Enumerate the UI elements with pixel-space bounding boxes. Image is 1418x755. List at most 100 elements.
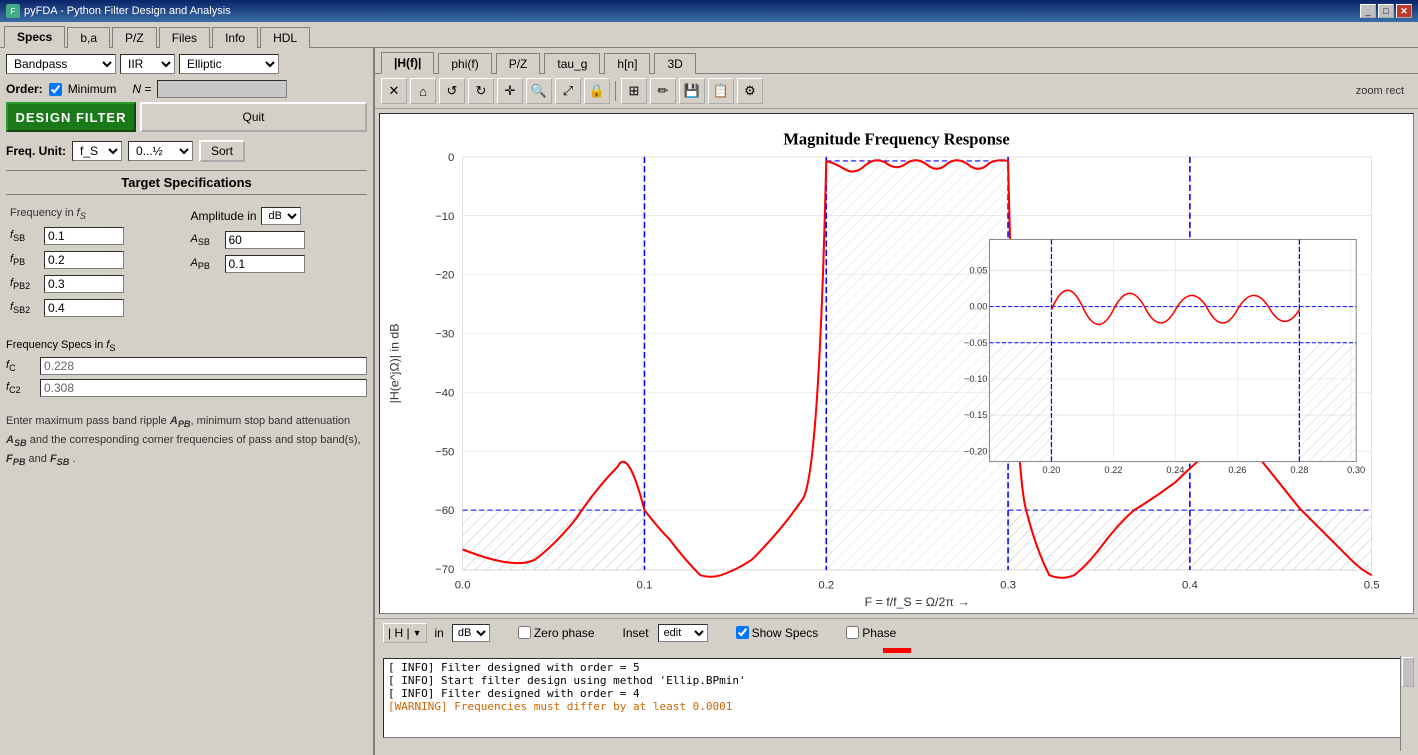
- show-specs-checkbox[interactable]: [736, 626, 749, 639]
- zero-phase-checkbox[interactable]: [518, 626, 531, 639]
- svg-text:−20: −20: [435, 270, 454, 282]
- freq-range-select[interactable]: 0...½ 0...1 -½...½: [128, 141, 193, 161]
- plot-controls-bar: | H | ▼ in dB V W Zero phase Inset edit: [375, 618, 1418, 647]
- svg-text:0.3: 0.3: [1000, 580, 1016, 592]
- tab-pz[interactable]: P/Z: [112, 27, 157, 48]
- asb-label: ASB: [191, 233, 221, 247]
- fpb-input[interactable]: [44, 251, 124, 269]
- fsb2-label: fSB2: [10, 301, 40, 315]
- action-buttons-row: DESIGN FILTER Quit: [6, 102, 367, 132]
- tool-grid-button[interactable]: ⊞: [621, 78, 647, 104]
- tab-ba[interactable]: b,a: [67, 27, 110, 48]
- tab-files[interactable]: Files: [159, 27, 210, 48]
- svg-text:0.30: 0.30: [1347, 465, 1365, 475]
- design-filter-button[interactable]: DESIGN FILTER: [6, 102, 136, 132]
- tool-zoom-out-button[interactable]: ⤢: [555, 78, 581, 104]
- plot-tab-phi[interactable]: phi(f): [438, 53, 491, 74]
- fsb-input[interactable]: [44, 227, 124, 245]
- h-selector[interactable]: | H | ▼: [383, 623, 427, 643]
- plot-tab-3d[interactable]: 3D: [654, 53, 695, 74]
- sort-button[interactable]: Sort: [199, 140, 245, 162]
- svg-text:−0.05: −0.05: [964, 338, 987, 348]
- asb-input[interactable]: [225, 231, 305, 249]
- fpb-label: fPB: [10, 253, 40, 267]
- svg-text:0.22: 0.22: [1104, 465, 1122, 475]
- plot-toolbar: ✕ ⌂ ↺ ↻ ✛ 🔍 ⤢ 🔒 ⊞ ✏ 💾 📋 ⚙ zoom rect: [375, 74, 1418, 109]
- inset-select[interactable]: edit none show: [658, 624, 708, 642]
- fpb-row: fPB: [10, 251, 183, 269]
- plot-tab-pz[interactable]: P/Z: [496, 53, 541, 74]
- tool-back-button[interactable]: ↺: [439, 78, 465, 104]
- phase-checkbox[interactable]: [846, 626, 859, 639]
- show-specs-label: Show Specs: [752, 626, 819, 640]
- filter-design-select[interactable]: Elliptic Butterworth Chebyshev 1: [179, 54, 279, 74]
- tool-copy-button[interactable]: 📋: [708, 78, 734, 104]
- amp-label-row: Amplitude in dB V: [191, 207, 364, 225]
- tool-save-button[interactable]: 💾: [679, 78, 705, 104]
- minimize-button[interactable]: _: [1360, 4, 1376, 18]
- freq-unit-label: Freq. Unit:: [6, 144, 66, 158]
- close-button[interactable]: ✕: [1396, 4, 1412, 18]
- svg-text:0.00: 0.00: [969, 302, 987, 312]
- info-text: Enter maximum pass band ripple APB, mini…: [6, 413, 367, 470]
- tool-home-button[interactable]: ⌂: [410, 78, 436, 104]
- svg-text:−40: −40: [435, 387, 454, 399]
- zero-phase-row: Zero phase: [518, 626, 595, 640]
- svg-text:0.24: 0.24: [1166, 465, 1184, 475]
- window-title: pyFDA - Python Filter Design and Analysi…: [24, 5, 231, 17]
- order-row: Order: Minimum N =: [6, 80, 367, 98]
- order-n-input[interactable]: [157, 80, 287, 98]
- freq-unit-select[interactable]: f_S f_Nyq Hz: [72, 141, 122, 161]
- tool-forward-button[interactable]: ↻: [468, 78, 494, 104]
- svg-text:0.28: 0.28: [1290, 465, 1308, 475]
- filter-method-select[interactable]: IIR FIR: [120, 54, 175, 74]
- apb-input[interactable]: [225, 255, 305, 273]
- svg-text:−0.15: −0.15: [964, 410, 987, 420]
- svg-text:−0.20: −0.20: [964, 446, 987, 456]
- asb-row: ASB: [191, 231, 364, 249]
- main-tab-bar: Specs b,a P/Z Files Info HDL: [0, 22, 1418, 48]
- maximize-button[interactable]: □: [1378, 4, 1394, 18]
- svg-text:−50: −50: [435, 446, 454, 458]
- svg-text:−60: −60: [435, 505, 454, 517]
- plot-tab-hn[interactable]: h[n]: [604, 53, 650, 74]
- db-unit-select[interactable]: dB V W: [452, 624, 490, 642]
- svg-text:0.26: 0.26: [1228, 465, 1246, 475]
- red-marker-row: [375, 647, 1418, 654]
- log-line-3: [ INFO] Filter designed with order = 4: [388, 687, 1405, 700]
- plot-tab-tau[interactable]: tau_g: [544, 53, 600, 74]
- fpb2-row: fPB2: [10, 275, 183, 293]
- order-minimum-checkbox[interactable]: [49, 83, 62, 96]
- in-label: in: [435, 626, 444, 640]
- svg-text:0.05: 0.05: [969, 266, 987, 276]
- tab-hdl[interactable]: HDL: [260, 27, 310, 48]
- tab-specs[interactable]: Specs: [4, 26, 65, 48]
- freq-unit-row: Freq. Unit: f_S f_Nyq Hz 0...½ 0...1 -½.…: [6, 140, 367, 162]
- tool-lock-button[interactable]: 🔒: [584, 78, 610, 104]
- order-label: Order:: [6, 82, 43, 96]
- title-bar: F pyFDA - Python Filter Design and Analy…: [0, 0, 1418, 22]
- zero-phase-label: Zero phase: [534, 626, 595, 640]
- h-dropdown-icon[interactable]: ▼: [413, 628, 422, 638]
- tool-draw-button[interactable]: ✏: [650, 78, 676, 104]
- fpb2-input[interactable]: [44, 275, 124, 293]
- filter-type-select[interactable]: Bandpass Lowpass Highpass Bandstop: [6, 54, 116, 74]
- log-scrollbar[interactable]: [1400, 656, 1414, 751]
- tool-reset-button[interactable]: ✕: [381, 78, 407, 104]
- inset-label: Inset: [623, 626, 649, 640]
- tab-info[interactable]: Info: [212, 27, 258, 48]
- scrollbar-thumb[interactable]: [1402, 657, 1414, 687]
- tool-pan-button[interactable]: ✛: [497, 78, 523, 104]
- plot-tab-hf[interactable]: |H(f)|: [381, 52, 434, 74]
- app-icon: F: [6, 4, 20, 18]
- amp-unit-select[interactable]: dB V: [261, 207, 301, 225]
- log-line-1: [ INFO] Filter designed with order = 5: [388, 661, 1405, 674]
- filter-type-row: Bandpass Lowpass Highpass Bandstop IIR F…: [6, 54, 367, 74]
- right-panel: |H(f)| phi(f) P/Z tau_g h[n] 3D ✕ ⌂ ↺ ↻ …: [375, 48, 1418, 755]
- tool-settings-button[interactable]: ⚙: [737, 78, 763, 104]
- tool-zoom-button[interactable]: 🔍: [526, 78, 552, 104]
- fc-row: fC: [6, 357, 367, 375]
- quit-button[interactable]: Quit: [140, 102, 367, 132]
- red-marker: [883, 648, 911, 653]
- fsb2-input[interactable]: [44, 299, 124, 317]
